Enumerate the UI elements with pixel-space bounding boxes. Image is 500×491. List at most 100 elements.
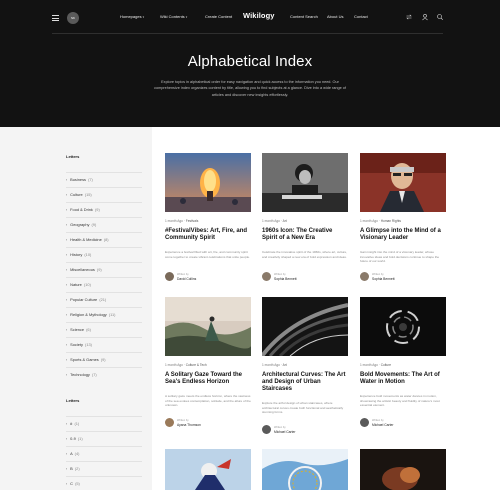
article-thumbnail[interactable] (262, 297, 348, 356)
chevron-right-icon: › (66, 313, 68, 317)
article-excerpt: A solitary gaze meets the endless horizo… (165, 394, 251, 407)
sidebar-letter-a[interactable]: › A (4) (66, 446, 142, 459)
chevron-right-icon: › (66, 268, 68, 272)
hero-section: SK Homepages▾ Wiki Contents▾ Create Cont… (0, 0, 500, 127)
article-author[interactable]: Written by Michael Carter (360, 418, 446, 428)
sidebar-item-society[interactable]: › Society (13) (66, 337, 142, 350)
article-card[interactable] (165, 449, 251, 490)
menu-icon[interactable] (52, 15, 59, 21)
sidebar-item-sports-games[interactable]: › Sports & Games (9) (66, 352, 142, 365)
sidebar-letter-hash[interactable]: › # (1) (66, 416, 142, 429)
sidebar-item-science[interactable]: › Science (6) (66, 322, 142, 335)
search-icon[interactable] (436, 13, 444, 21)
article-title[interactable]: A Glimpse into the Mind of a Visionary L… (360, 228, 446, 242)
chevron-right-icon: › (66, 193, 68, 197)
chevron-right-icon: › (66, 358, 68, 362)
article-thumbnail[interactable] (262, 449, 348, 490)
article-card[interactable] (262, 449, 348, 490)
nav-item-homepages[interactable]: Homepages▾ (120, 14, 144, 19)
nav-item-content-search[interactable]: Content Search (290, 14, 318, 19)
avatar[interactable]: SK (67, 12, 79, 24)
article-author[interactable]: Written by David Collins (165, 272, 251, 282)
chevron-right-icon: › (66, 482, 68, 486)
chevron-right-icon: › (66, 422, 68, 426)
refresh-icon[interactable] (405, 13, 413, 21)
article-excerpt: Gain insight into the mind of a visionar… (360, 250, 440, 263)
article-card[interactable]: 1 month Ago · Art Architectural Curves: … (262, 297, 348, 442)
article-card[interactable]: 1 month Ago · Art 1960s Icon: The Creati… (262, 153, 348, 288)
site-logo[interactable]: Wikilogy (243, 11, 275, 20)
nav-item-wiki-contents[interactable]: Wiki Contents▾ (160, 14, 187, 19)
article-card[interactable]: 1 month Ago · Human Rights A Glimpse int… (360, 153, 446, 288)
sidebar-item-miscellaneous[interactable]: › Miscellaneous (9) (66, 262, 142, 275)
chevron-right-icon: › (66, 467, 68, 471)
article-author[interactable]: Written by Michael Carter (262, 425, 348, 435)
article-thumbnail[interactable] (360, 449, 446, 490)
article-excerpt: Experience bold movements as water dance… (360, 394, 440, 407)
article-thumbnail[interactable] (262, 153, 348, 212)
avatar (165, 418, 174, 427)
article-title[interactable]: 1960s Icon: The Creative Spirit of a New… (262, 228, 348, 242)
header-divider (52, 33, 443, 34)
sidebar-item-health-medicine[interactable]: › Health & Medicine (8) (66, 232, 142, 245)
article-thumbnail[interactable] (360, 297, 446, 356)
chevron-right-icon: › (66, 238, 68, 242)
sidebar-item-popular-culture[interactable]: › Popular Culture (21) (66, 292, 142, 305)
page-title: Alphabetical Index (187, 53, 313, 70)
article-thumbnail[interactable] (165, 449, 251, 490)
avatar (262, 272, 271, 281)
article-author[interactable]: Written by Sophia Bennett (262, 272, 348, 282)
nav-item-create-content[interactable]: Create Content (205, 14, 232, 19)
article-thumbnail[interactable] (360, 153, 446, 212)
sidebar-item-geography[interactable]: › Geography (9) (66, 217, 142, 230)
article-author[interactable]: Written by Sophia Bennett (360, 272, 446, 282)
article-thumbnail[interactable] (165, 297, 251, 356)
sidebar-item-business[interactable]: › Business (7) (66, 172, 142, 185)
sidebar-item-history[interactable]: › History (10) (66, 247, 142, 260)
avatar (360, 418, 369, 427)
top-navigation: SK Homepages▾ Wiki Contents▾ Create Cont… (0, 8, 500, 28)
article-thumbnail[interactable] (165, 153, 251, 212)
sidebar-letter-0-9[interactable]: › 0-9 (1) (66, 431, 142, 444)
chevron-right-icon: › (66, 298, 68, 302)
sidebar-letter-c[interactable]: › C (5) (66, 476, 142, 489)
article-title[interactable]: Bold Movements: The Art of Water in Moti… (360, 372, 446, 386)
sidebar: Letters › Business (7) › Culture (15) › Foo… (0, 127, 152, 490)
sidebar-heading: Letters (66, 154, 80, 159)
chevron-right-icon: › (66, 373, 68, 377)
article-card[interactable]: 1 month Ago · Culture & Tech A Solitary … (165, 297, 251, 437)
chevron-right-icon: › (66, 328, 68, 332)
avatar (262, 425, 271, 434)
article-author[interactable]: Written by Ayana Thomson (165, 418, 251, 428)
sidebar-item-culture[interactable]: › Culture (15) (66, 187, 142, 200)
article-card[interactable]: 1 month Ago · Culture Bold Movements: Th… (360, 297, 446, 437)
article-title[interactable]: A Solitary Gaze Toward the Sea's Endless… (165, 372, 251, 386)
article-title[interactable]: Architectural Curves: The Art and Design… (262, 372, 348, 394)
article-card[interactable]: 1 month Ago · Festivals #FestivalVibes: … (165, 153, 251, 288)
article-card[interactable] (360, 449, 446, 490)
chevron-right-icon: › (66, 178, 68, 182)
sidebar-item-nature[interactable]: › Nature (10) (66, 277, 142, 290)
chevron-right-icon: › (66, 452, 68, 456)
article-excerpt: Experience a festival filled with art, f… (165, 250, 250, 259)
article-title[interactable]: #FestivalVibes: Art, Fire, and Community… (165, 228, 251, 242)
nav-item-about-us[interactable]: About Us (327, 14, 343, 19)
page-description: Explore topics in alphabetical order for… (154, 80, 346, 97)
sidebar-item-religion-mythology[interactable]: › Religion & Mythology (11) (66, 307, 142, 320)
nav-item-contact[interactable]: Contact (354, 14, 368, 19)
user-icon[interactable] (421, 13, 429, 21)
chevron-right-icon: › (66, 208, 68, 212)
sidebar-item-food-drink[interactable]: › Food & Drink (9) (66, 202, 142, 215)
article-meta: 1 month Ago · Art (262, 219, 287, 223)
sidebar-letter-b[interactable]: › B (2) (66, 461, 142, 474)
chevron-right-icon: › (66, 253, 68, 257)
sidebar-item-technology[interactable]: › Technology (7) (66, 367, 142, 380)
chevron-right-icon: › (66, 343, 68, 347)
article-meta: 1 month Ago · Human Rights (360, 219, 401, 223)
sidebar-heading-letters: Letters (66, 398, 80, 403)
avatar (360, 272, 369, 281)
article-meta: 1 month Ago · Culture (360, 363, 392, 367)
chevron-down-icon: ▾ (185, 15, 188, 19)
article-meta: 1 month Ago · Festivals (165, 219, 199, 223)
article-meta: 1 month Ago · Culture & Tech (165, 363, 207, 367)
